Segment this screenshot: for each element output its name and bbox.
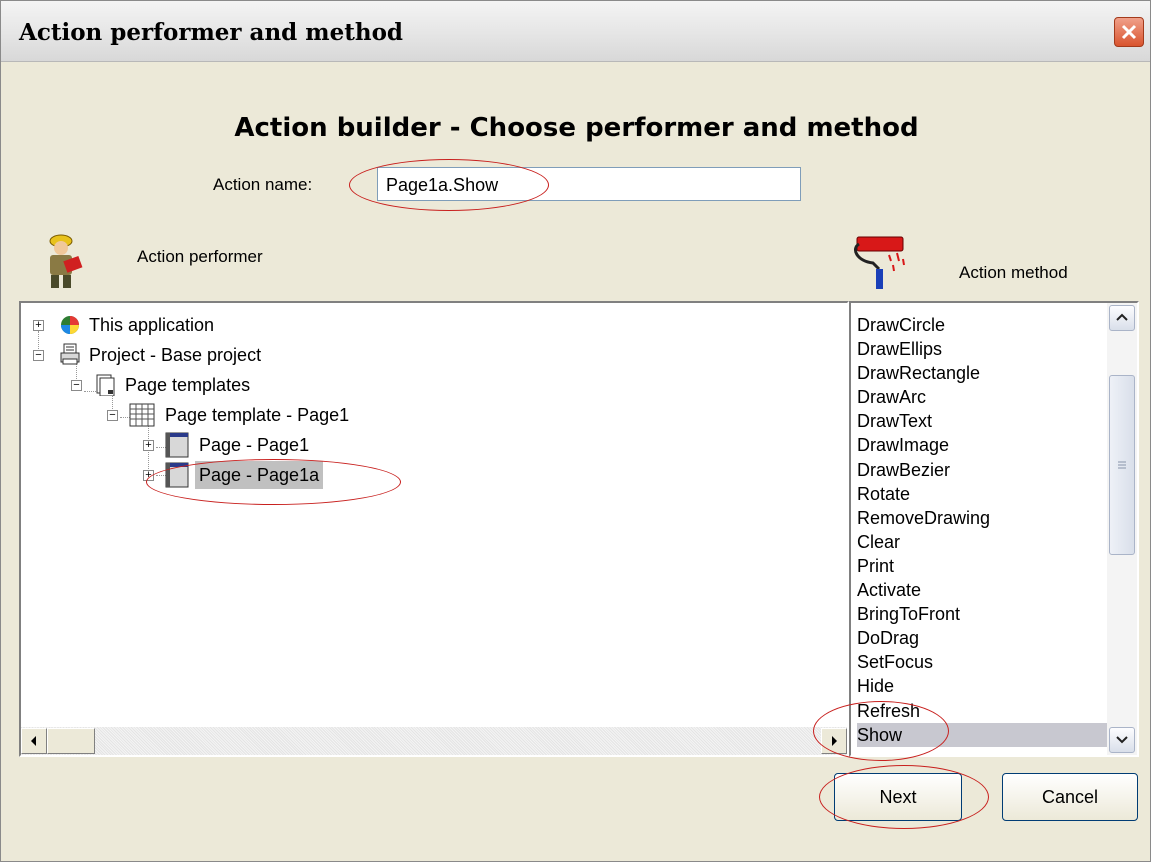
tree-expander[interactable]: − (33, 350, 44, 361)
tree-node-label: Project - Base project (89, 345, 262, 365)
tree-expander[interactable]: + (33, 320, 44, 331)
rainbow-app-icon (61, 316, 79, 334)
method-item[interactable]: DrawEllips (857, 337, 1107, 361)
tree-node-label: This application (89, 315, 215, 335)
printer-project-icon (60, 343, 80, 365)
method-item[interactable]: DrawCircle (857, 313, 1107, 337)
worker-icon (49, 234, 83, 288)
scroll-down-button[interactable] (1109, 727, 1135, 753)
next-button[interactable]: Next (834, 773, 962, 821)
paint-roller-icon (854, 236, 905, 289)
chevron-up-icon (1116, 313, 1128, 321)
scroll-left-button[interactable] (21, 728, 47, 754)
arrow-right-icon (832, 736, 837, 746)
scroll-thumb[interactable] (1109, 375, 1135, 555)
close-icon (1121, 24, 1137, 40)
performer-tree[interactable]: + This application − Project - Base proj… (19, 301, 849, 757)
page-templates-icon (96, 374, 115, 396)
page-icon (165, 462, 189, 488)
method-item[interactable]: BringToFront (857, 602, 1107, 626)
action-method-label: Action method (959, 263, 1068, 282)
method-item[interactable]: Activate (857, 578, 1107, 602)
method-item[interactable]: Print (857, 554, 1107, 578)
arrow-left-icon (31, 736, 36, 746)
tree-node-label-selected: Page - Page1a (195, 461, 324, 489)
scroll-up-button[interactable] (1109, 305, 1135, 331)
title-bar[interactable]: Action performer and method (1, 1, 1150, 62)
scroll-thumb[interactable] (47, 728, 95, 754)
method-item-selected[interactable]: Show (857, 722, 1107, 747)
grip-icon (1118, 461, 1126, 469)
tree-expander[interactable]: − (107, 410, 118, 421)
tree-expander[interactable]: − (71, 380, 82, 391)
grid-page-template-icon (129, 403, 155, 427)
method-item[interactable]: Clear (857, 530, 1107, 554)
cancel-button[interactable]: Cancel (1002, 773, 1138, 821)
action-performer-dialog: Action performer and method Action build… (0, 0, 1151, 862)
method-item[interactable]: SetFocus (857, 650, 1107, 674)
tree-expander[interactable]: + (143, 470, 154, 481)
action-performer-label: Action performer (137, 247, 263, 266)
method-item[interactable]: DoDrag (857, 626, 1107, 650)
method-item[interactable]: Rotate (857, 482, 1107, 506)
tree-node-label: Page - Page1 (199, 435, 310, 455)
close-button[interactable] (1114, 17, 1144, 47)
page-icon (165, 432, 189, 458)
tree-node-label: Page templates (125, 375, 251, 395)
method-item[interactable]: DrawImage (857, 433, 1107, 457)
method-item[interactable]: DrawText (857, 409, 1107, 433)
method-item[interactable]: Refresh (857, 699, 1107, 723)
method-item[interactable]: Hide (857, 674, 1107, 698)
method-item[interactable]: RemoveDrawing (857, 506, 1107, 530)
method-item[interactable]: DrawBezier (857, 458, 1107, 482)
method-list[interactable]: DrawCircle DrawEllips DrawRectangle DrawArc… (849, 301, 1139, 757)
tree-node-label: Page template - Page1 (165, 405, 350, 425)
tree-horizontal-scrollbar[interactable] (21, 727, 847, 755)
scroll-right-button[interactable] (821, 728, 847, 754)
page-heading: Action builder - Choose performer and me… (234, 113, 919, 143)
action-name-input[interactable]: Page1a.Show (377, 167, 801, 201)
method-vertical-scrollbar[interactable] (1107, 303, 1137, 755)
chevron-down-icon (1116, 736, 1128, 744)
method-item[interactable]: DrawArc (857, 385, 1107, 409)
action-name-label: Action name: (213, 175, 313, 194)
method-item[interactable]: DrawRectangle (857, 361, 1107, 385)
tree-expander[interactable]: + (143, 440, 154, 451)
window-title: Action performer and method (19, 19, 404, 46)
